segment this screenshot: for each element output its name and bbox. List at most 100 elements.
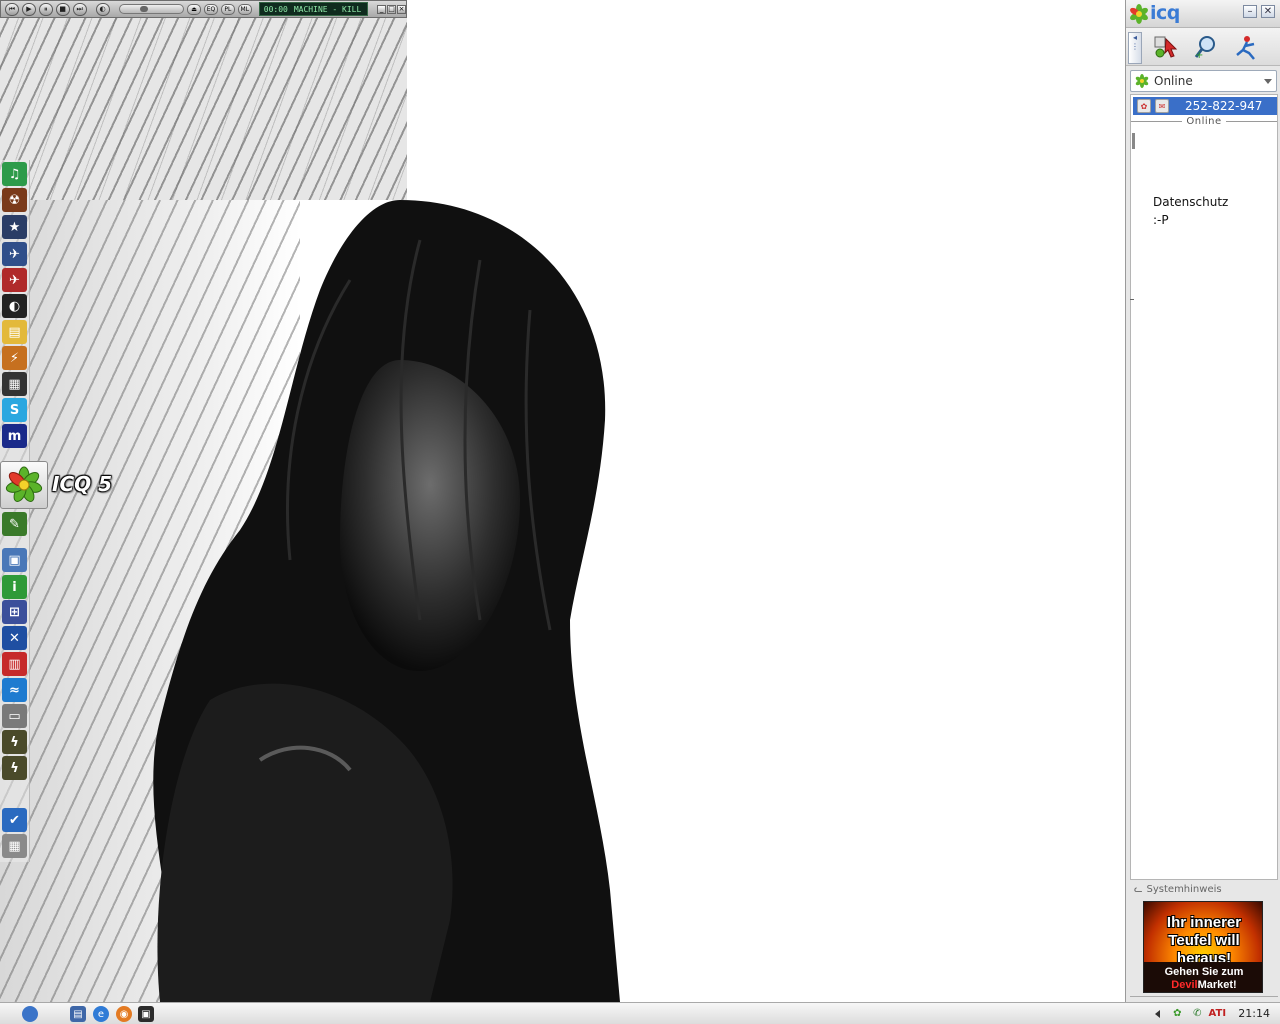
chevron-down-icon (1264, 78, 1272, 84)
mirc-icon[interactable]: m (2, 424, 27, 448)
group-divider-left (1131, 120, 1183, 122)
list-tick (1130, 299, 1134, 300)
svg-text:+: + (1195, 50, 1203, 61)
online-flower-icon (1135, 74, 1149, 88)
info-icon[interactable]: i (2, 575, 27, 599)
winamp-shortcut-2-icon[interactable]: ϟ (2, 756, 27, 780)
add-contact-tool[interactable] (1150, 31, 1182, 63)
one-and-one-icon[interactable]: ⊞ (2, 600, 27, 624)
running-person-icon (1236, 36, 1255, 60)
eject-button[interactable]: ⏏ (187, 3, 201, 15)
services-tool[interactable] (1230, 31, 1262, 63)
previous-track-button[interactable]: ⏮ (5, 2, 19, 16)
taskbar: ▤ e ◉ ▣ ✿ ✆ ATI 21:14 (0, 1002, 1280, 1024)
firefox-icon[interactable]: ◉ (116, 1006, 132, 1022)
winamp-minimize-button[interactable]: _ (377, 4, 387, 14)
add-contact-icon (1154, 36, 1178, 58)
status-value: Online (1154, 74, 1193, 88)
icq-window-title: icq (1150, 2, 1180, 24)
tv-icon[interactable]: ▥ (2, 652, 27, 676)
note-line-2: :-P (1153, 213, 1169, 227)
wallpaper-rain-panel (0, 0, 407, 200)
tray-expand-arrow-icon[interactable] (1155, 1009, 1161, 1018)
icq-titlebar[interactable]: icq – ✕ (1126, 0, 1280, 28)
xfire-icon[interactable]: ✕ (2, 626, 27, 650)
dock-item-icq[interactable] (0, 461, 48, 509)
message-icon: ✉ (1155, 99, 1169, 113)
skype-icon[interactable]: S (2, 398, 27, 422)
eq-toggle[interactable]: EQ (204, 3, 218, 15)
search-icon: + (1194, 36, 1215, 61)
icq-window: icq – ✕ ◂ ⋮ + Online ✿ ✉ 252-822-947 Onl… (1125, 0, 1280, 1002)
itunes-icon[interactable]: ♫ (2, 162, 27, 186)
icq-sidebar-toggle[interactable]: ◂ ⋮ (1128, 32, 1142, 64)
scorched-icon[interactable]: ☢ (2, 188, 27, 212)
status-dropdown[interactable]: Online (1130, 70, 1277, 92)
movie-icon[interactable]: ▦ (2, 372, 27, 396)
winamp-close-button[interactable]: × (397, 4, 407, 14)
window-switch-icon[interactable]: ▣ (138, 1006, 154, 1022)
show-desktop-icon[interactable]: ▤ (70, 1006, 86, 1022)
system-tray: ✿ ✆ ATI 21:14 (1155, 1003, 1280, 1024)
dock-active-label: ICQ 5 (52, 472, 112, 496)
start-apple-icon[interactable] (22, 1006, 38, 1022)
wallpaper (0, 0, 1125, 1002)
quill-icon[interactable]: ✎ (2, 512, 27, 536)
winamp-display: 00:00 MACHINE - KILL (258, 2, 369, 16)
cat-icon: ᓚ (1134, 883, 1143, 895)
winamp-window-buttons: _ □ × (377, 4, 407, 14)
side-dock: ♫ ☢ ★ ✈ ✈ ◐ ▤ ⚡ ▦ Sm ✎ ▣ i ⊞ ✕ ▥ ≈ ▭ ϟ ϟ ✔ ▦ (0, 160, 30, 862)
multicolor-flower-icon: ✿ (1137, 99, 1151, 113)
icq-minimize-button[interactable]: – (1243, 5, 1257, 18)
list-scroll-marker (1132, 133, 1135, 149)
icq-flower-icon (5, 466, 43, 502)
contact-row-self[interactable]: ✿ ✉ 252-822-947 (1133, 97, 1277, 115)
ad-subline-prefix: Gehen Sie zum (1164, 966, 1244, 978)
system-hint-bar[interactable]: ᓚ Systemhinweis (1130, 882, 1278, 896)
ad-headline: Ihr innerer Teufel will heraus! (1166, 914, 1242, 967)
track-time: 00:00 (263, 4, 288, 14)
photo-icon[interactable]: ▣ (2, 548, 27, 572)
desktop: ⏮ ▶ ⏸ ■ ⏭ ◐ ⏏ EQ PL ML 00:00 MACHINE - K… (0, 0, 1280, 1002)
next-track-button[interactable]: ⏭ (72, 2, 87, 16)
winamp-shortcut-1-icon[interactable]: ϟ (2, 730, 27, 754)
icq-toolbar: ◂ ⋮ + (1126, 28, 1280, 66)
group-divider-right (1225, 120, 1278, 122)
airline-icon[interactable]: ✈ (2, 268, 27, 292)
track-title: MACHINE - KILL (293, 4, 362, 14)
note-text: Datenschutz :-P (1153, 193, 1228, 229)
note-line-1: Datenschutz (1153, 195, 1229, 209)
winamp-shade-button[interactable]: □ (387, 4, 397, 14)
search-tool[interactable]: + (1190, 31, 1222, 63)
playlist-toggle[interactable]: PL (220, 3, 235, 15)
checklist-icon[interactable]: ✔ (2, 808, 27, 832)
icq-tray-icon[interactable]: ✿ (1170, 1007, 1184, 1021)
icq-close-button[interactable]: ✕ (1261, 5, 1275, 18)
wallpaper-figure (153, 200, 620, 1002)
media-library-toggle[interactable]: ML (237, 3, 252, 15)
volume-slider[interactable] (118, 4, 185, 14)
drive-icon[interactable]: ▭ (2, 704, 27, 728)
ad-subline: Gehen Sie zum DevilMarket! (1144, 966, 1262, 992)
advertisement-banner[interactable]: Ihr innerer Teufel will heraus! Gehen Si… (1143, 901, 1263, 993)
group-label: Online (1186, 115, 1222, 127)
folder-icon[interactable]: ▤ (2, 320, 27, 344)
steam-icon[interactable]: ◐ (2, 294, 27, 318)
stop-button[interactable]: ■ (55, 2, 70, 16)
contact-uin: 252-822-947 (1185, 99, 1263, 113)
group-header-online[interactable]: Online (1131, 115, 1278, 127)
trash-icon[interactable]: ▦ (2, 834, 27, 858)
star-game-icon[interactable]: ★ (2, 215, 27, 239)
audio-wave-icon[interactable]: ≈ (2, 678, 27, 702)
winamp-player: ⏮ ▶ ⏸ ■ ⏭ ◐ ⏏ EQ PL ML 00:00 MACHINE - K… (0, 0, 407, 18)
filezilla-icon[interactable]: ⚡ (2, 346, 27, 370)
system-hint-label: Systemhinweis (1146, 883, 1222, 895)
pause-button[interactable]: ⏸ (38, 2, 53, 16)
clock[interactable]: 21:14 (1238, 1007, 1270, 1020)
icq-logo-icon (1130, 4, 1148, 24)
phone-tray-icon[interactable]: ✆ (1190, 1007, 1204, 1021)
play-button[interactable]: ▶ (21, 2, 36, 16)
internet-explorer-icon[interactable]: e (93, 1006, 109, 1022)
flight-sim-icon[interactable]: ✈ (2, 242, 27, 266)
ati-tray-icon[interactable]: ATI (1209, 1007, 1227, 1021)
